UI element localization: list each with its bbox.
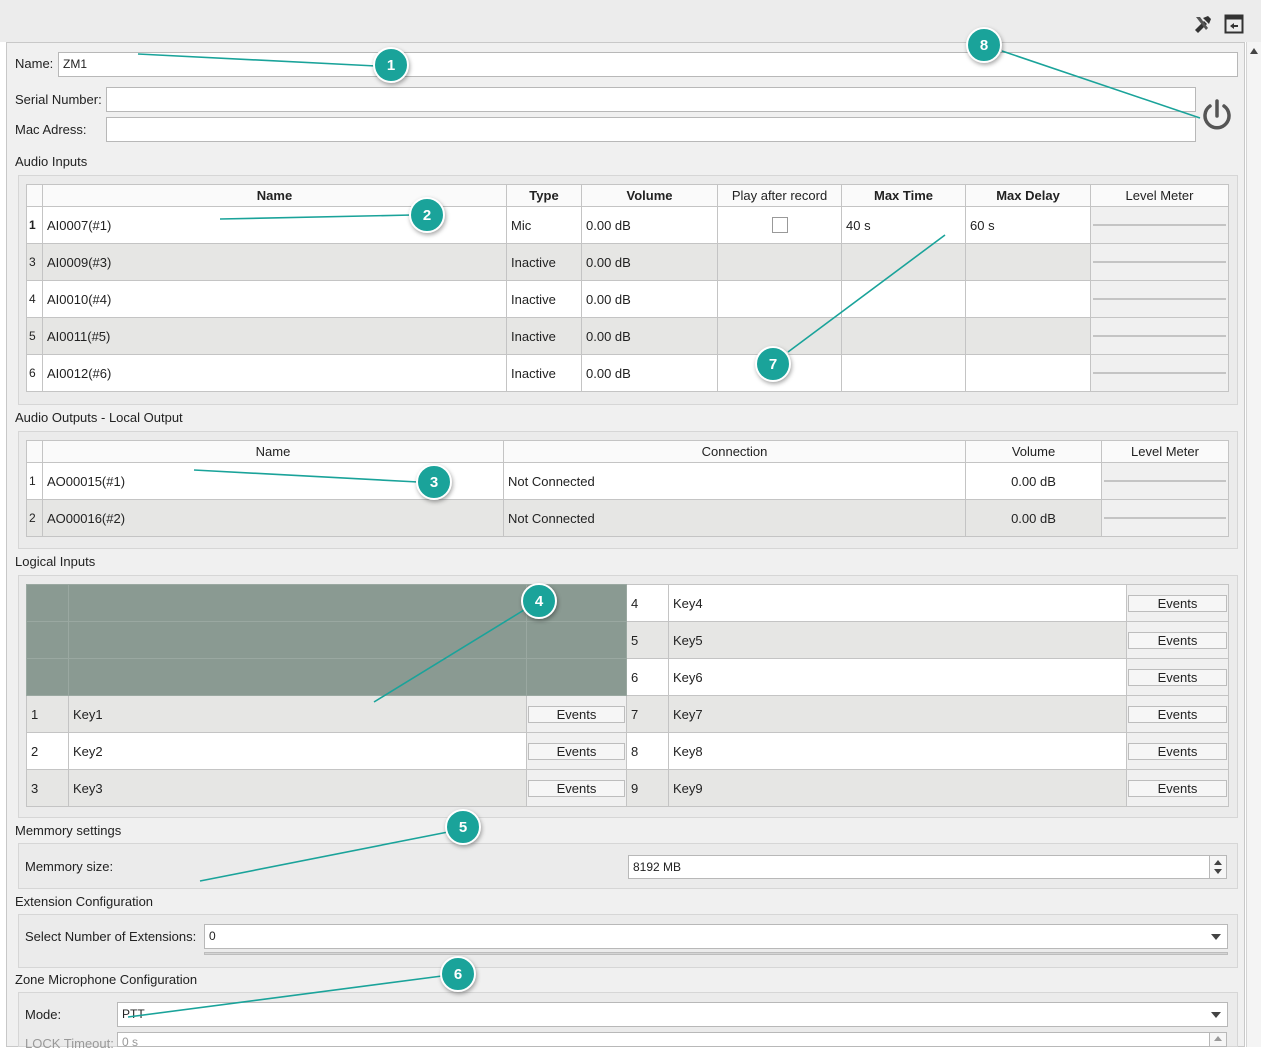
callout-badge: 6: [440, 956, 476, 992]
callout-badge: 3: [416, 464, 452, 500]
callout-badge: 5: [445, 809, 481, 845]
callout-badge: 1: [373, 47, 409, 83]
callout-badge: 8: [966, 27, 1002, 63]
callout-leader-lines: [127, 50, 1201, 1018]
callout-badge: 2: [409, 197, 445, 233]
callout-badge: 7: [755, 346, 791, 382]
callout-badge: 4: [521, 583, 557, 619]
